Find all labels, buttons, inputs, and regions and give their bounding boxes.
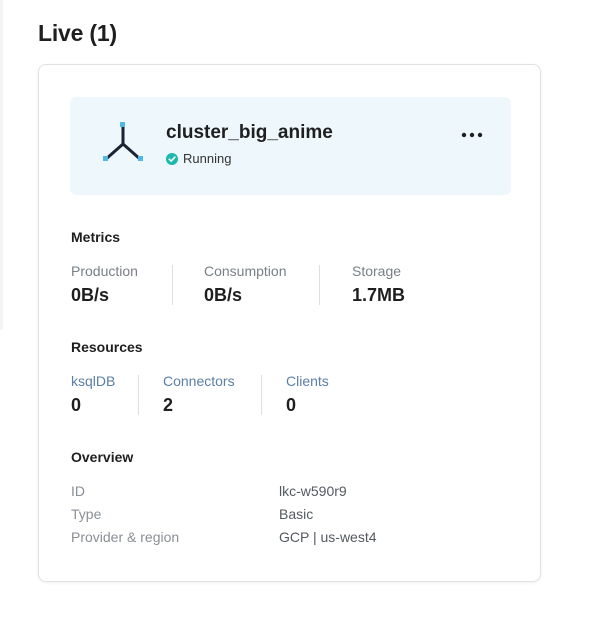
metric-value: 0B/s [71, 285, 110, 305]
cluster-card[interactable]: cluster_big_anime Running Metrics Produc… [38, 64, 541, 582]
overview-row-provider-region: Provider & region GCP | us-west4 [71, 529, 491, 549]
overview-key: Provider & region [71, 529, 180, 545]
resource-label[interactable]: Clients [286, 373, 329, 389]
divider [138, 375, 139, 415]
resource-value: 0 [71, 395, 82, 415]
resource-label[interactable]: ksqlDB [71, 373, 115, 389]
cluster-icon [103, 122, 143, 161]
resource-label[interactable]: Connectors [163, 373, 235, 389]
divider [319, 265, 320, 305]
metric-consumption: Consumption 0B/s [204, 263, 287, 306]
overview-key: ID [71, 483, 85, 499]
resource-ksqldb[interactable]: ksqlDB 0 [71, 373, 115, 416]
cluster-name[interactable]: cluster_big_anime [166, 122, 333, 144]
metric-storage: Storage 1.7MB [352, 263, 405, 306]
divider [172, 265, 173, 305]
resource-value: 2 [163, 395, 174, 415]
overview-value: GCP | us-west4 [279, 529, 377, 545]
metric-label: Consumption [204, 263, 287, 279]
section-title: Live (1) [38, 20, 117, 46]
metric-production: Production 0B/s [71, 263, 138, 306]
resource-clients[interactable]: Clients 0 [286, 373, 329, 416]
metric-value: 1.7MB [352, 285, 406, 305]
overview-heading: Overview [71, 449, 134, 465]
more-options-icon [461, 132, 483, 138]
overview-key: Type [71, 506, 102, 522]
sidebar-edge [0, 0, 3, 330]
divider [261, 375, 262, 415]
metric-label: Production [71, 263, 138, 279]
resource-connectors[interactable]: Connectors 2 [163, 373, 235, 416]
overview-row-id: ID lkc-w590r9 [71, 483, 491, 503]
status-label: Running [183, 151, 232, 166]
page: Live (1) cluster_big_anime Running Metri… [0, 0, 615, 629]
metric-value: 0B/s [204, 285, 243, 305]
cluster-header: cluster_big_anime Running [70, 97, 511, 195]
metric-label: Storage [352, 263, 402, 279]
check-circle-icon [166, 152, 178, 165]
metrics-heading: Metrics [71, 229, 121, 245]
overview-value: lkc-w590r9 [279, 483, 347, 499]
overview-row-type: Type Basic [71, 506, 491, 526]
more-options-button[interactable] [459, 125, 485, 145]
resources-heading: Resources [71, 339, 143, 355]
resource-value: 0 [286, 395, 297, 415]
cluster-status: Running [166, 151, 231, 166]
overview-value: Basic [279, 506, 314, 522]
